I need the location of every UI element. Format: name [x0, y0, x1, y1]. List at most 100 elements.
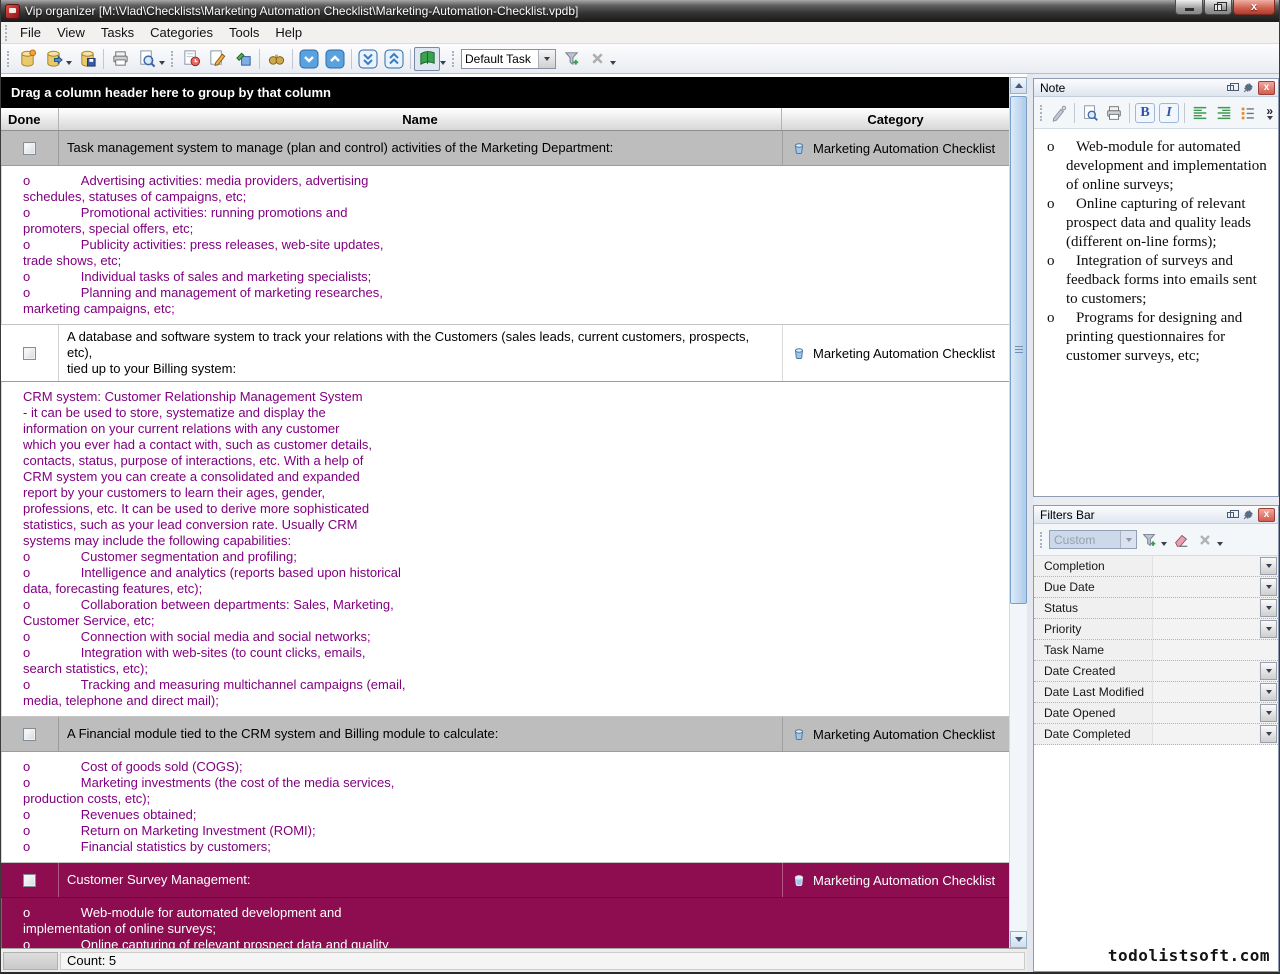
- menu-categories[interactable]: Categories: [142, 23, 221, 42]
- print-button[interactable]: [107, 47, 133, 71]
- note-close-button[interactable]: x: [1258, 81, 1275, 95]
- add-filter-button[interactable]: [1137, 528, 1161, 552]
- filters-close-button[interactable]: x: [1258, 508, 1275, 522]
- open-database-button[interactable]: [40, 47, 66, 71]
- print-preview-button[interactable]: [133, 47, 159, 71]
- grid-vertical-scrollbar[interactable]: [1009, 77, 1027, 948]
- filter-dropdown-button[interactable]: [1260, 704, 1277, 722]
- task-row[interactable]: A database and software system to track …: [1, 325, 1009, 382]
- menu-tasks[interactable]: Tasks: [93, 23, 142, 42]
- filter-dropdown-button[interactable]: [1260, 683, 1277, 701]
- filter-dropdown-button[interactable]: [1260, 620, 1277, 638]
- note-toolbar-overflow[interactable]: »: [1266, 106, 1276, 120]
- new-task-button[interactable]: [178, 47, 204, 71]
- main-area: Drag a column header here to group by th…: [1, 74, 1279, 972]
- align-right-button[interactable]: [1212, 101, 1236, 125]
- insert-template-button[interactable]: [558, 47, 584, 71]
- custom-filter-combobox[interactable]: Custom: [1049, 530, 1137, 549]
- edit-task-button[interactable]: [204, 47, 230, 71]
- menu-tools[interactable]: Tools: [221, 23, 267, 42]
- filter-dropdown-button[interactable]: [1260, 599, 1277, 617]
- double-chevron-down-icon: [358, 49, 378, 69]
- menu-grip[interactable]: [5, 25, 8, 41]
- delete-template-button[interactable]: [584, 47, 610, 71]
- filter-dropdown-button[interactable]: [1260, 557, 1277, 575]
- filter-dropdown-button[interactable]: [1260, 578, 1277, 596]
- clear-filter-button[interactable]: [1169, 528, 1193, 552]
- scrollbar-thumb[interactable]: [1010, 96, 1027, 604]
- toolbar-grip[interactable]: [7, 51, 10, 67]
- group-by-bar[interactable]: Drag a column header here to group by th…: [1, 77, 1009, 108]
- menu-file[interactable]: File: [12, 23, 49, 42]
- edit-note-button[interactable]: [1047, 101, 1071, 125]
- filter-value-cell[interactable]: [1152, 577, 1259, 597]
- find-button[interactable]: [263, 47, 289, 71]
- task-type-dropdown-button[interactable]: [538, 50, 555, 68]
- task-checkbox[interactable]: [23, 142, 36, 155]
- bold-button[interactable]: B: [1133, 101, 1157, 125]
- move-bottom-button[interactable]: [355, 47, 381, 71]
- bullet-list-button[interactable]: [1236, 101, 1260, 125]
- filter-value-cell[interactable]: [1152, 598, 1259, 618]
- column-header-name[interactable]: Name: [59, 108, 782, 130]
- note-print-button[interactable]: [1102, 101, 1126, 125]
- notes-panel-toggle-button[interactable]: [414, 47, 440, 71]
- note-restore-button[interactable]: [1222, 81, 1239, 95]
- delete-filter-button[interactable]: [1193, 528, 1217, 552]
- filter-value-cell[interactable]: [1152, 724, 1259, 744]
- task-category: Marketing Automation Checklist: [813, 346, 995, 361]
- filters-overflow-icon[interactable]: [1217, 542, 1223, 546]
- menu-view[interactable]: View: [49, 23, 93, 42]
- task-checkbox[interactable]: [23, 347, 36, 360]
- task-row[interactable]: A Financial module tied to the CRM syste…: [1, 717, 1009, 752]
- move-top-button[interactable]: [381, 47, 407, 71]
- filter-dropdown-button[interactable]: [1260, 662, 1277, 680]
- task-row-selected[interactable]: Customer Survey Management: Marketing Au…: [1, 863, 1009, 898]
- scroll-up-button[interactable]: [1010, 77, 1027, 94]
- task-checkbox[interactable]: [23, 874, 36, 887]
- task-row[interactable]: Task management system to manage (plan a…: [1, 131, 1009, 166]
- filters-toolbar-grip[interactable]: [1040, 532, 1043, 548]
- note-content[interactable]: o Web-module for automated development a…: [1034, 129, 1278, 496]
- filter-value-cell[interactable]: [1152, 661, 1259, 681]
- notes-dropdown-icon[interactable]: [440, 61, 446, 65]
- open-database-dropdown-icon[interactable]: [66, 61, 72, 65]
- task-type-combobox[interactable]: Default Task: [461, 49, 556, 69]
- note-print-preview-button[interactable]: [1078, 101, 1102, 125]
- filter-value-cell[interactable]: [1152, 640, 1278, 660]
- menu-help[interactable]: Help: [267, 23, 310, 42]
- minimize-button[interactable]: [1175, 0, 1203, 15]
- filter-dropdown-icon[interactable]: [1161, 542, 1167, 546]
- filter-value-cell[interactable]: [1152, 556, 1259, 576]
- filters-pin-button[interactable]: [1240, 508, 1257, 522]
- new-database-button[interactable]: [14, 47, 40, 71]
- scrollbar-track[interactable]: [1010, 94, 1027, 931]
- filter-value-cell[interactable]: [1152, 619, 1259, 639]
- task-checkbox[interactable]: [23, 728, 36, 741]
- note-pin-button[interactable]: [1240, 81, 1257, 95]
- custom-filter-dropdown-button[interactable]: [1120, 531, 1136, 548]
- filter-value-cell[interactable]: [1152, 682, 1259, 702]
- filter-row-completion: Completion: [1034, 556, 1278, 577]
- close-button[interactable]: x: [1233, 0, 1275, 15]
- move-down-button[interactable]: [296, 47, 322, 71]
- filters-restore-button[interactable]: [1222, 508, 1239, 522]
- task-move-button[interactable]: [230, 47, 256, 71]
- restore-button[interactable]: [1204, 0, 1232, 15]
- italic-button[interactable]: I: [1157, 101, 1181, 125]
- toolbar-grip-2[interactable]: [171, 51, 174, 67]
- filter-dropdown-button[interactable]: [1260, 725, 1277, 743]
- scroll-down-button[interactable]: [1010, 931, 1027, 948]
- toolbar-grip-3[interactable]: [452, 51, 455, 67]
- panel-splitter-horizontal[interactable]: [1033, 497, 1279, 505]
- toolbar-overflow-icon[interactable]: [610, 61, 616, 65]
- note-toolbar-grip[interactable]: [1040, 105, 1043, 121]
- align-left-button[interactable]: [1188, 101, 1212, 125]
- move-up-button[interactable]: [322, 47, 348, 71]
- pin-icon: [1243, 509, 1254, 520]
- print-dropdown-icon[interactable]: [159, 61, 165, 65]
- save-database-button[interactable]: [74, 47, 100, 71]
- filter-value-cell[interactable]: [1152, 703, 1259, 723]
- column-header-done[interactable]: Done: [1, 108, 59, 130]
- column-header-category[interactable]: Category: [782, 108, 1009, 130]
